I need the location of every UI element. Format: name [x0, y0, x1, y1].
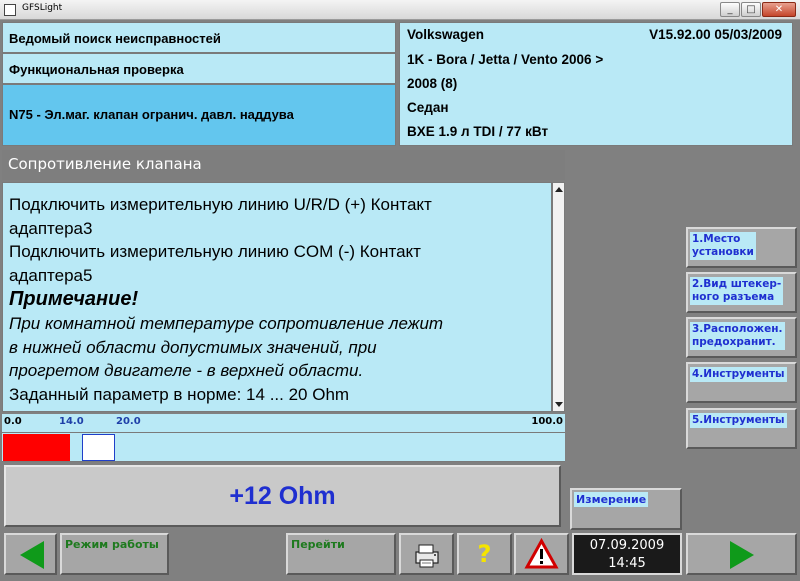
instructions-panel: Подключить измерительную линию U/R/D (+)…	[2, 182, 552, 412]
instruction-line: Подключить измерительную линию COM (-) К…	[9, 242, 421, 261]
instructions-scrollbar[interactable]	[552, 182, 565, 412]
datetime-display: 07.09.2009 14:45	[572, 533, 682, 575]
location-button-label: 1.Место	[692, 233, 741, 245]
header-component: N75 - Эл.маг. клапан огранич. давл. надд…	[2, 84, 396, 146]
close-button[interactable]: ✕	[762, 2, 796, 17]
instruction-line: адаптера3	[9, 218, 93, 238]
vehicle-info-panel: Volkswagen V15.92.00 05/03/2009 1K - Bor…	[399, 22, 793, 146]
tools-button-5[interactable]: 5.Инструменты	[686, 408, 797, 449]
scale-current-value-fill	[3, 434, 71, 461]
measure-button[interactable]: Измерение	[570, 488, 682, 530]
note-line: в нижней области допустимых значений, пр…	[9, 337, 377, 357]
minimize-button[interactable]: _	[720, 2, 740, 17]
back-button[interactable]	[4, 533, 57, 575]
note-line: При комнатной температуре сопротивление …	[9, 314, 444, 333]
software-version: V15.92.00 05/03/2009	[649, 27, 782, 42]
location-button-label-2: установки	[692, 246, 754, 258]
note-line: прогретом двигателе - в верхней области.	[9, 361, 364, 380]
tools-button-4-label: 4.Инструменты	[690, 367, 787, 382]
vehicle-model-year: 2008 (8)	[407, 76, 458, 91]
section-title: Сопротивление клапана	[2, 150, 565, 180]
header-mode: Ведомый поиск неисправностей	[2, 22, 396, 53]
window-title-bar: GFSLight _ □ ✕	[0, 0, 800, 20]
app-icon	[4, 4, 16, 16]
scale-max-label: 100.0	[531, 416, 563, 427]
vehicle-body: Седан	[407, 100, 449, 115]
date-text: 07.09.2009	[589, 538, 665, 553]
operating-mode-button[interactable]: Режим работы	[60, 533, 169, 575]
vehicle-engine: BXE 1.9 л TDI / 77 кВт	[407, 124, 549, 139]
vehicle-model: 1K - Bora / Jetta / Vento 2006 >	[407, 52, 604, 67]
header-test-type: Функциональная проверка	[2, 53, 396, 84]
scale-min-label: 0.0	[4, 416, 22, 427]
scale-upper-limit-label: 20.0	[116, 416, 141, 427]
arrow-left-icon	[20, 541, 44, 569]
measure-button-label: Измерение	[574, 492, 649, 507]
tools-button-4[interactable]: 4.Инструменты	[686, 362, 797, 403]
measured-value: +12 Ohm	[4, 465, 561, 527]
help-button[interactable]: ?	[457, 533, 512, 575]
scale-nominal-range-marker	[81, 434, 116, 461]
vehicle-make: Volkswagen	[407, 27, 485, 42]
warning-icon	[524, 537, 559, 569]
location-button[interactable]: 1.Место установки	[686, 227, 797, 268]
connector-view-button[interactable]: 2.Вид штекер-ного разъема	[686, 272, 797, 313]
scale-labels: 0.0 14.0 20.0 100.0	[2, 414, 565, 432]
forward-button[interactable]	[686, 533, 797, 575]
maximize-button[interactable]: □	[741, 2, 761, 17]
fuse-location-button[interactable]: 3.Расположен. предохранит.	[686, 317, 797, 358]
scroll-down-icon[interactable]	[555, 402, 563, 407]
resistance-scale-bar	[2, 432, 565, 462]
fuse-location-label: 3.Расположен.	[692, 323, 783, 335]
fuse-location-label-2: предохранит.	[692, 336, 776, 348]
connector-view-label: 2.Вид штекер-	[692, 278, 782, 290]
connector-view-label-2: ного разъема	[692, 291, 775, 303]
spec-line: Заданный параметр в норме: 14 ... 20 Ohm	[9, 384, 350, 404]
print-button[interactable]	[399, 533, 454, 575]
tools-button-5-label: 5.Инструменты	[690, 413, 787, 428]
help-icon: ?	[477, 540, 492, 568]
printer-icon	[415, 544, 439, 568]
scroll-up-icon[interactable]	[555, 187, 563, 192]
time-text: 14:45	[608, 556, 646, 571]
warning-button[interactable]	[514, 533, 569, 575]
instruction-line: адаптера5	[9, 265, 93, 285]
arrow-right-icon	[730, 541, 754, 569]
instruction-line: Подключить измерительную линию U/R/D (+)…	[9, 195, 432, 214]
note-title: Примечание!	[9, 288, 139, 310]
window-title: GFSLight	[22, 3, 63, 13]
scale-lower-limit-label: 14.0	[59, 416, 84, 427]
goto-button[interactable]: Перейти	[286, 533, 396, 575]
